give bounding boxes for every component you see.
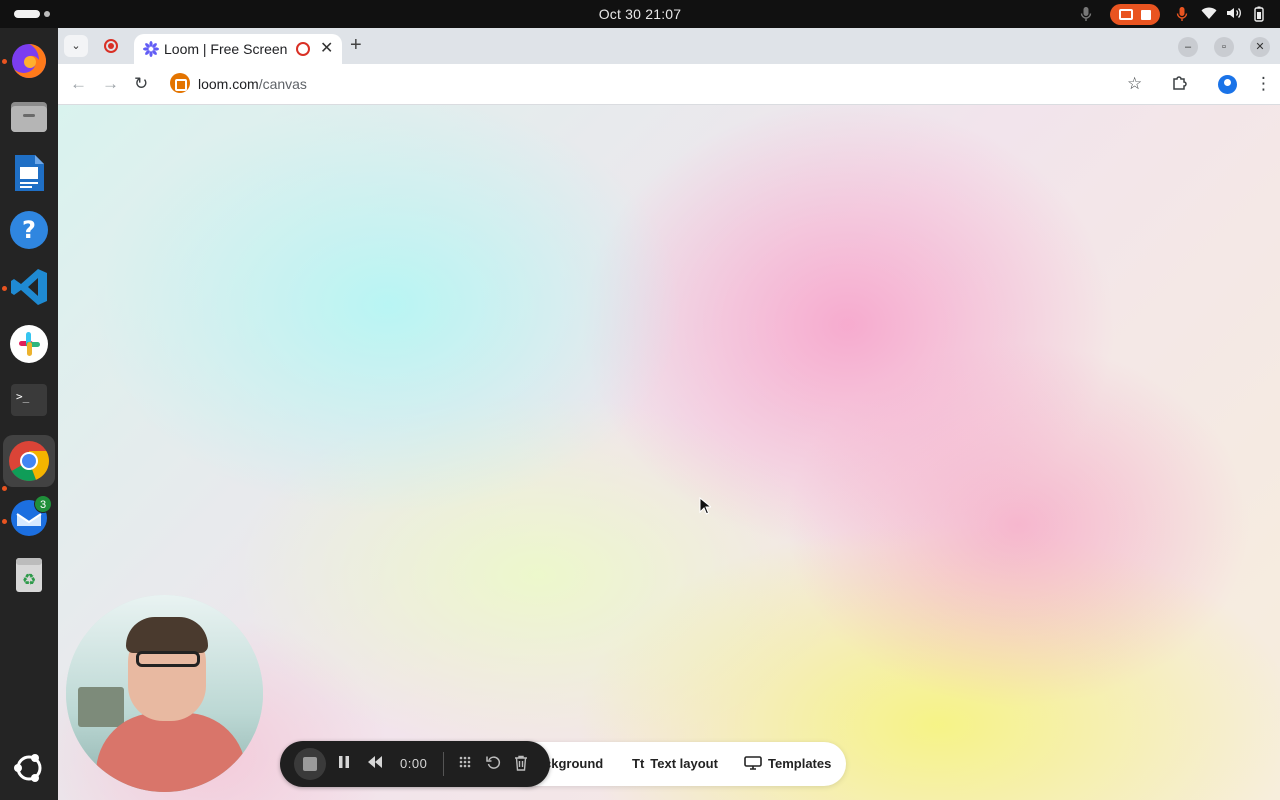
reload-button[interactable]: ↻: [134, 74, 148, 94]
firefox-icon: [12, 44, 46, 78]
minimize-button[interactable]: –: [1178, 37, 1198, 57]
forward-button[interactable]: →: [102, 74, 119, 94]
new-tab-button[interactable]: +: [350, 34, 362, 57]
site-info-icon[interactable]: [170, 73, 190, 93]
help-icon: ?: [10, 211, 48, 249]
trash-icon: ♻: [16, 558, 42, 592]
dock-slack[interactable]: [7, 322, 51, 366]
tab-recording-icon: [296, 42, 310, 56]
tab-title: Loom | Free Screen &: [164, 41, 288, 57]
browser-window: ⌄ Loom | Free Screen & ✕ + – ▫ ✕ ← → ↻ l…: [58, 28, 1280, 800]
battery-icon[interactable]: [1252, 6, 1266, 22]
controls-divider: [443, 752, 444, 776]
extensions-icon[interactable]: [1172, 74, 1189, 96]
dock-vscode[interactable]: [7, 265, 51, 309]
writer-icon: [15, 155, 44, 191]
webcam-hair: [126, 617, 208, 653]
webcam-glasses: [136, 651, 200, 667]
templates-option[interactable]: Templates: [744, 756, 831, 771]
recording-tab-icon[interactable]: [104, 39, 118, 53]
restart-icon[interactable]: [486, 755, 501, 775]
browser-toolbar: ← → ↻ loom.com/canvas ☆ ⋮: [58, 64, 1280, 105]
back-button[interactable]: ←: [70, 74, 87, 94]
close-window-button[interactable]: ✕: [1250, 37, 1270, 57]
dock-files[interactable]: [7, 94, 51, 138]
webcam-shelf: [78, 687, 124, 727]
tab-strip: ⌄ Loom | Free Screen & ✕ + – ▫ ✕: [58, 28, 1280, 64]
dock-trash[interactable]: ♻: [7, 552, 51, 596]
mouse-cursor-icon: [699, 496, 713, 520]
dock: ? >_ 3 ♻: [0, 28, 58, 800]
loom-canvas[interactable]: ckground Tt Text layout Templates 0:00: [58, 105, 1280, 800]
dock-terminal[interactable]: >_: [7, 378, 51, 422]
svg-text:♻: ♻: [22, 570, 36, 589]
monitor-icon: [744, 756, 762, 771]
dock-help[interactable]: ?: [7, 208, 51, 252]
slack-icon: [10, 325, 48, 363]
mic-icon[interactable]: [1080, 6, 1092, 22]
vscode-icon: [11, 269, 47, 305]
delete-recording-icon[interactable]: [514, 755, 528, 776]
url-path: /canvas: [258, 76, 307, 92]
chrome-icon: [9, 441, 49, 481]
system-top-bar: Oct 30 21:07: [0, 0, 1280, 28]
tab-close-icon[interactable]: ✕: [320, 38, 333, 58]
mic-active-icon[interactable]: [1176, 6, 1188, 22]
dock-firefox[interactable]: [7, 38, 51, 82]
recording-options-bar: ckground Tt Text layout Templates: [508, 742, 846, 786]
text-layout-option[interactable]: Tt Text layout: [632, 756, 718, 771]
dock-chrome[interactable]: [3, 435, 55, 487]
screen-record-icon: [1119, 9, 1133, 20]
recording-timer: 0:00: [400, 756, 428, 771]
tab-search-button[interactable]: ⌄: [64, 35, 88, 57]
ubuntu-logo-icon: [14, 754, 42, 782]
chrome-menu-icon[interactable]: ⋮: [1255, 74, 1272, 94]
address-bar[interactable]: loom.com/canvas: [198, 76, 307, 92]
bookmark-star-icon[interactable]: ☆: [1127, 74, 1142, 94]
background-option-label: ckground: [544, 756, 604, 771]
text-layout-icon: Tt: [632, 756, 645, 771]
drag-handle-icon[interactable]: [458, 755, 472, 774]
dock-writer[interactable]: [7, 151, 51, 195]
rewind-icon[interactable]: [367, 755, 383, 774]
url-host: loom.com: [198, 76, 259, 92]
unread-badge: 3: [34, 495, 52, 513]
volume-icon[interactable]: [1226, 6, 1242, 22]
templates-label: Templates: [768, 756, 832, 771]
show-apps-button[interactable]: [7, 746, 51, 790]
svg-text:>_: >_: [16, 390, 30, 403]
screen-record-indicator[interactable]: [1110, 4, 1160, 25]
text-layout-label: Text layout: [650, 756, 718, 771]
wifi-icon[interactable]: [1201, 6, 1217, 22]
recording-controls: 0:00: [280, 741, 550, 787]
svg-text:?: ?: [22, 216, 36, 244]
profile-avatar[interactable]: [1218, 75, 1237, 94]
stop-recording-button[interactable]: [294, 748, 326, 780]
tab-active[interactable]: Loom | Free Screen & ✕: [134, 34, 342, 64]
terminal-icon: >_: [11, 384, 47, 416]
loom-favicon-icon: [143, 41, 159, 62]
chevron-down-icon: ⌄: [71, 40, 81, 52]
pause-icon[interactable]: [338, 755, 350, 774]
background-option[interactable]: ckground: [544, 756, 603, 771]
restore-button[interactable]: ▫: [1214, 37, 1234, 57]
files-icon: [11, 102, 47, 132]
running-indicator: [2, 486, 7, 491]
stop-record-icon[interactable]: [1141, 10, 1151, 20]
webcam-bubble[interactable]: [66, 595, 263, 792]
